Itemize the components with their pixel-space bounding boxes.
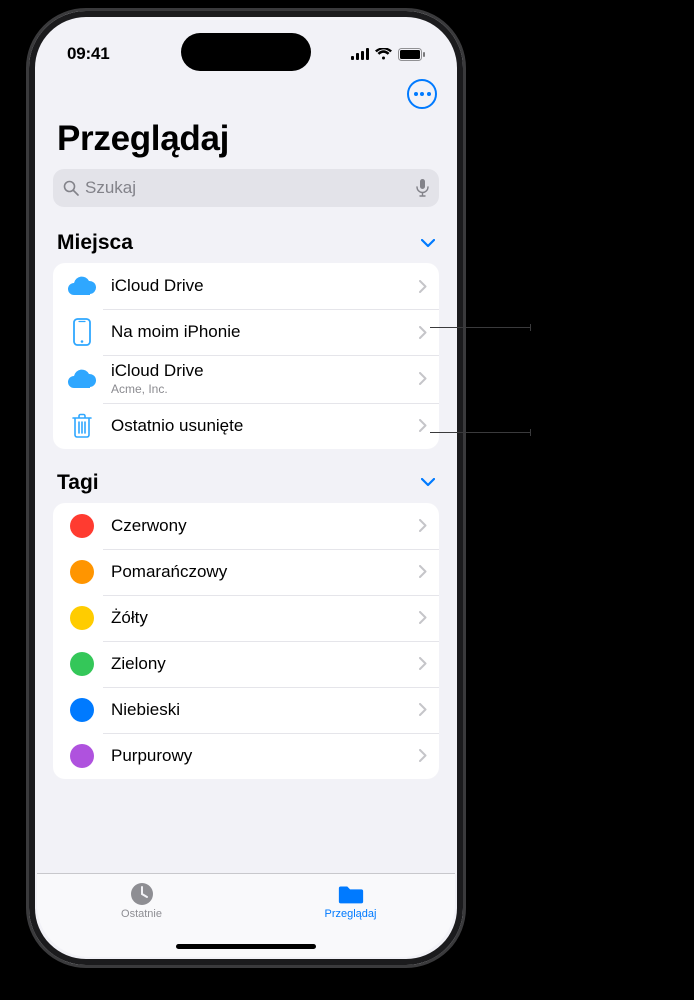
tag-row[interactable]: Zielony (53, 641, 439, 687)
chevron-down-icon (421, 239, 435, 248)
chevron-right-icon (419, 280, 427, 293)
tags-header[interactable]: Tagi (53, 467, 439, 503)
wifi-icon (375, 48, 392, 60)
mic-icon[interactable] (416, 179, 429, 197)
tag-color-dot (67, 695, 97, 725)
tags-group: Czerwony Pomarańczowy Żółty Zielony Nieb… (53, 503, 439, 779)
location-row-icloud-work[interactable]: iCloud Drive Acme, Inc. (53, 355, 439, 403)
folder-icon (337, 882, 365, 906)
chevron-down-icon (421, 478, 435, 487)
cellular-icon (351, 48, 369, 60)
tab-label: Przeglądaj (325, 908, 377, 920)
tag-label: Żółty (111, 608, 419, 628)
location-row-icloud[interactable]: iCloud Drive (53, 263, 439, 309)
more-button[interactable] (407, 79, 437, 109)
content: Miejsca iCloud Drive (37, 217, 455, 873)
chevron-right-icon (419, 565, 427, 578)
search-icon (63, 180, 79, 196)
tag-row[interactable]: Żółty (53, 595, 439, 641)
tag-color-dot (67, 557, 97, 587)
chevron-right-icon (419, 703, 427, 716)
tag-label: Niebieski (111, 700, 419, 720)
screen: 09:41 Przeglądaj (37, 19, 455, 957)
tag-label: Czerwony (111, 516, 419, 536)
nav-bar (37, 75, 455, 115)
side-button (26, 161, 29, 191)
phone-frame: 09:41 Przeglądaj (26, 8, 466, 968)
icloud-icon (67, 271, 97, 301)
page-title: Przeglądaj (37, 115, 455, 169)
location-row-on-my-iphone[interactable]: Na moim iPhonie (53, 309, 439, 355)
tag-row[interactable]: Purpurowy (53, 733, 439, 779)
tag-label: Zielony (111, 654, 419, 674)
chevron-right-icon (419, 519, 427, 532)
search-field[interactable] (53, 169, 439, 207)
location-sub: Acme, Inc. (111, 382, 419, 396)
locations-group: iCloud Drive Na moim iPhonie (53, 263, 439, 449)
tag-label: Pomarańczowy (111, 562, 419, 582)
battery-icon (398, 48, 425, 61)
location-row-recently-deleted[interactable]: Ostatnio usunięte (53, 403, 439, 449)
chevron-right-icon (419, 749, 427, 762)
volume-up-button (26, 221, 29, 281)
callout-line-1 (430, 327, 530, 328)
search-wrap (37, 169, 455, 217)
chevron-right-icon (419, 419, 427, 432)
tag-color-dot (67, 603, 97, 633)
trash-icon (67, 411, 97, 441)
location-label-wrap: iCloud Drive Acme, Inc. (111, 361, 419, 397)
location-label: Na moim iPhonie (111, 322, 419, 342)
home-indicator[interactable] (176, 944, 316, 949)
tag-color-dot (67, 649, 97, 679)
tab-label: Ostatnie (121, 908, 162, 920)
chevron-right-icon (419, 372, 427, 385)
tag-color-dot (67, 741, 97, 771)
status-time: 09:41 (67, 44, 109, 64)
volume-down-button (26, 301, 29, 361)
tag-row[interactable]: Czerwony (53, 503, 439, 549)
chevron-right-icon (419, 611, 427, 624)
iphone-icon (67, 317, 97, 347)
tag-label: Purpurowy (111, 746, 419, 766)
ellipsis-icon (414, 92, 431, 96)
search-input[interactable] (85, 178, 416, 198)
chevron-right-icon (419, 657, 427, 670)
power-button (463, 251, 466, 346)
chevron-right-icon (419, 326, 427, 339)
clock-icon (128, 882, 156, 906)
tag-row[interactable]: Niebieski (53, 687, 439, 733)
location-label: Ostatnio usunięte (111, 416, 419, 436)
tag-row[interactable]: Pomarańczowy (53, 549, 439, 595)
location-label: iCloud Drive (111, 361, 419, 381)
icloud-icon (67, 364, 97, 394)
dynamic-island (181, 33, 311, 71)
callout-line-2 (430, 432, 530, 433)
status-right (351, 48, 425, 61)
tags-title: Tagi (57, 471, 99, 495)
location-label: iCloud Drive (111, 276, 419, 296)
tag-color-dot (67, 511, 97, 541)
locations-title: Miejsca (57, 231, 133, 255)
locations-header[interactable]: Miejsca (53, 227, 439, 263)
